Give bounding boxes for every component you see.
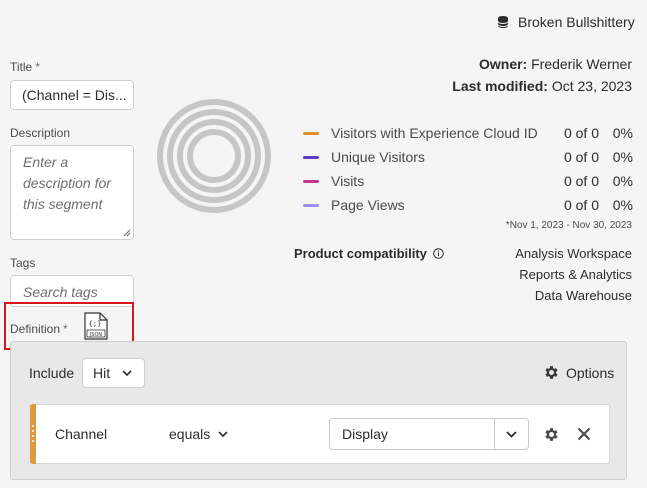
metric-count: 0 of 0 bbox=[563, 173, 599, 189]
tags-label: Tags bbox=[10, 256, 36, 270]
last-modified-label: Last modified: bbox=[452, 78, 548, 94]
metric-row: Unique Visitors 0 of 0 0% bbox=[303, 147, 633, 167]
product-compatibility-text: Product compatibility bbox=[294, 246, 427, 261]
last-modified-value: Oct 23, 2023 bbox=[551, 78, 632, 94]
metric-percent: 0% bbox=[612, 197, 633, 213]
owner-label: Owner: bbox=[478, 56, 528, 72]
operator-select[interactable]: equals bbox=[169, 426, 228, 442]
rule-dimension[interactable]: Channel bbox=[55, 426, 107, 442]
metric-swatch bbox=[303, 179, 319, 183]
metric-name: Visits bbox=[331, 173, 365, 189]
data-source: Broken Bullshittery bbox=[496, 14, 635, 30]
drag-handle-icon bbox=[32, 425, 34, 442]
scope-select[interactable]: Hit bbox=[82, 358, 145, 388]
required-mark: * bbox=[35, 60, 40, 74]
close-icon[interactable] bbox=[577, 427, 591, 441]
title-input[interactable]: (Channel = Dis... bbox=[10, 80, 134, 110]
metric-name: Unique Visitors bbox=[331, 149, 425, 165]
drag-handle[interactable] bbox=[30, 404, 36, 464]
chevron-down-icon bbox=[218, 431, 228, 437]
compatibility-item: Reports & Analytics bbox=[519, 267, 632, 282]
title-label: Title * bbox=[10, 60, 40, 74]
tags-placeholder: Search tags bbox=[23, 284, 98, 300]
metric-row: Page Views 0 of 0 0% bbox=[303, 195, 633, 215]
value-dropdown-button[interactable] bbox=[494, 419, 528, 449]
include-label: Include bbox=[29, 365, 75, 381]
chevron-down-icon bbox=[506, 430, 517, 438]
metric-row: Visitors with Experience Cloud ID 0 of 0… bbox=[303, 123, 633, 143]
title-label-text: Title bbox=[10, 60, 33, 74]
metric-percent: 0% bbox=[612, 149, 633, 165]
metric-percent: 0% bbox=[612, 173, 633, 189]
resize-handle-icon[interactable] bbox=[123, 229, 131, 237]
metric-row: Visits 0 of 0 0% bbox=[303, 171, 633, 191]
rule-value-combobox[interactable]: Display bbox=[329, 418, 529, 450]
gear-icon bbox=[545, 366, 558, 379]
options-label: Options bbox=[566, 364, 615, 381]
metric-percent: 0% bbox=[612, 125, 633, 141]
info-icon[interactable] bbox=[433, 248, 444, 259]
data-source-name: Broken Bullshittery bbox=[518, 14, 635, 30]
operator-value: equals bbox=[169, 426, 211, 442]
options-button[interactable]: Options bbox=[543, 364, 614, 381]
compatibility-item: Analysis Workspace bbox=[515, 246, 632, 261]
metric-swatch bbox=[303, 155, 319, 159]
product-compatibility-label: Product compatibility bbox=[294, 246, 444, 261]
owner-info: Owner: Frederik Werner bbox=[479, 56, 632, 72]
database-icon bbox=[497, 16, 509, 28]
metric-count: 0 of 0 bbox=[563, 149, 599, 165]
description-label: Description bbox=[10, 126, 71, 140]
metric-count: 0 of 0 bbox=[563, 125, 599, 141]
description-placeholder: Enter a description for this segment bbox=[23, 154, 111, 212]
metric-name: Page Views bbox=[331, 197, 405, 213]
compatibility-item: Data Warehouse bbox=[534, 288, 632, 303]
metric-name: Visitors with Experience Cloud ID bbox=[331, 125, 538, 141]
title-value: (Channel = Dis... bbox=[22, 87, 127, 103]
date-range-note: *Nov 1, 2023 - Nov 30, 2023 bbox=[505, 220, 632, 231]
metric-swatch bbox=[303, 131, 319, 135]
scope-value: Hit bbox=[93, 365, 111, 381]
segment-donut-chart bbox=[157, 99, 271, 213]
rule-value[interactable]: Display bbox=[330, 426, 494, 442]
last-modified-info: Last modified: Oct 23, 2023 bbox=[452, 78, 632, 94]
metric-count: 0 of 0 bbox=[563, 197, 599, 213]
gear-icon[interactable] bbox=[543, 426, 560, 443]
description-textarea[interactable]: Enter a description for this segment bbox=[10, 145, 134, 240]
owner-value: Frederik Werner bbox=[531, 56, 632, 72]
metric-swatch bbox=[303, 203, 319, 207]
chevron-down-icon bbox=[122, 370, 132, 376]
